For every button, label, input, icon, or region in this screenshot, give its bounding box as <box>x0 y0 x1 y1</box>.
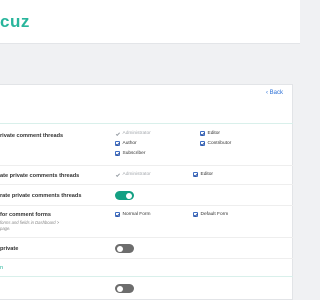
toggle-knob <box>126 192 132 199</box>
checkbox-subscriber[interactable]: Subscriber <box>115 151 145 156</box>
checkbox-label: Default Form <box>200 212 229 217</box>
checkbox-label: Editor <box>207 131 221 136</box>
row-divider <box>0 237 293 238</box>
checkbox-check-icon[interactable] <box>200 141 205 146</box>
checkbox-normal-form[interactable]: Normal Form <box>115 212 150 217</box>
settings-panel: ‹ Back rivate comment threads Administra… <box>0 84 293 300</box>
checkbox-administrator: Administrator <box>115 131 151 136</box>
checkbox-editor[interactable]: Editor <box>193 172 213 177</box>
checkbox-editor[interactable]: Editor <box>200 131 220 136</box>
row-label-comment-forms: for comment forms <box>0 212 51 218</box>
top-header: cuz <box>0 0 300 44</box>
checkbox-check-icon[interactable] <box>200 131 205 136</box>
checkbox-check-icon[interactable] <box>115 151 120 156</box>
back-link[interactable]: ‹ Back <box>266 90 283 96</box>
checkbox-check-icon <box>115 172 120 177</box>
row-label-private: private <box>0 246 19 252</box>
checkbox-author[interactable]: Author <box>115 141 137 146</box>
toggle-knob <box>117 245 123 252</box>
checkbox-administrator: Administrator <box>115 172 151 177</box>
row-divider <box>0 184 293 185</box>
row-label-view-private-threads: rivate comment threads <box>0 133 64 139</box>
brand-logo-text: cuz <box>0 12 30 31</box>
checkbox-label: Author <box>122 141 137 146</box>
checkbox-label: Administrator <box>122 172 151 177</box>
section-divider <box>0 276 293 277</box>
row-divider <box>0 165 293 166</box>
checkbox-label: Administrator <box>122 131 151 136</box>
checkbox-default-form[interactable]: Default Form <box>193 212 228 217</box>
row-sublabel-page: page. <box>0 226 11 231</box>
checkbox-contributor[interactable]: Contributor <box>200 141 231 146</box>
checkbox-check-icon[interactable] <box>115 212 120 217</box>
section-heading: n <box>0 265 4 271</box>
toggle-switch-off[interactable] <box>115 284 134 293</box>
row-divider <box>0 258 293 259</box>
checkbox-label: Normal Form <box>122 212 151 217</box>
row-divider <box>0 205 293 206</box>
toggle-switch-on[interactable] <box>115 191 134 200</box>
checkbox-label: Editor <box>200 172 214 177</box>
checkbox-check-icon <box>115 131 120 136</box>
row-sublabel-forms-path: forms and fields in Dashboard > <box>0 220 60 225</box>
checkbox-label: Subscriber <box>122 151 146 156</box>
checkbox-check-icon[interactable] <box>115 141 120 146</box>
checkbox-check-icon[interactable] <box>193 172 198 177</box>
checkbox-label: Contributor <box>207 141 232 146</box>
row-label-toggle-private-threads: rate private comments threads <box>0 193 82 199</box>
row-label-create-private-threads: ate private comments threads <box>0 173 80 179</box>
panel-header-divider <box>0 123 293 124</box>
toggle-knob <box>117 285 123 292</box>
checkbox-check-icon[interactable] <box>193 212 198 217</box>
toggle-switch-off[interactable] <box>115 244 134 253</box>
